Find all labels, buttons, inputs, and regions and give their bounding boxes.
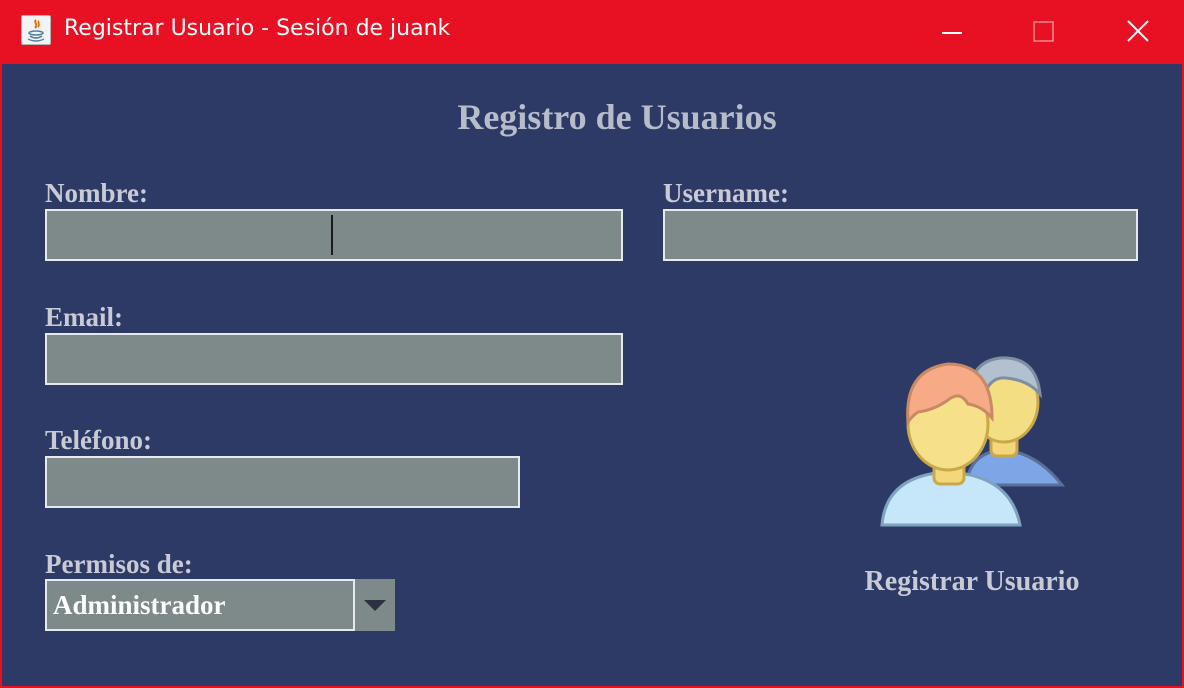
minimize-button[interactable] — [906, 0, 998, 64]
text-caret — [331, 215, 333, 255]
title-bar[interactable]: Registrar Usuario - Sesión de juank — [2, 0, 1184, 64]
java-app-icon — [21, 15, 51, 45]
email-label: Email: — [45, 302, 123, 332]
users-icon[interactable] — [878, 340, 1068, 530]
close-button[interactable] — [1092, 0, 1184, 64]
email-field[interactable] — [45, 333, 623, 385]
nombre-field[interactable] — [45, 209, 623, 261]
nombre-label: Nombre: — [45, 178, 148, 208]
maximize-button[interactable] — [998, 0, 1090, 64]
chevron-down-icon — [364, 600, 386, 611]
permisos-label: Permisos de: — [45, 549, 193, 579]
username-field[interactable] — [663, 209, 1138, 261]
register-user-button[interactable]: Registrar Usuario — [832, 566, 1112, 598]
window-title: Registrar Usuario - Sesión de juank — [64, 16, 451, 41]
telefono-label: Teléfono: — [45, 425, 152, 455]
app-window: Registrar Usuario - Sesión de juank Regi… — [0, 0, 1184, 688]
dropdown-arrow-button[interactable] — [355, 579, 395, 631]
close-icon — [1127, 20, 1149, 42]
permisos-selected-value: Administrador — [45, 579, 355, 631]
page-title: Registro de Usuarios — [457, 97, 777, 137]
permisos-select[interactable]: Administrador — [45, 579, 395, 631]
maximize-icon — [1033, 21, 1054, 42]
username-label: Username: — [663, 178, 789, 208]
minimize-icon — [942, 32, 962, 34]
telefono-field[interactable] — [45, 456, 520, 508]
